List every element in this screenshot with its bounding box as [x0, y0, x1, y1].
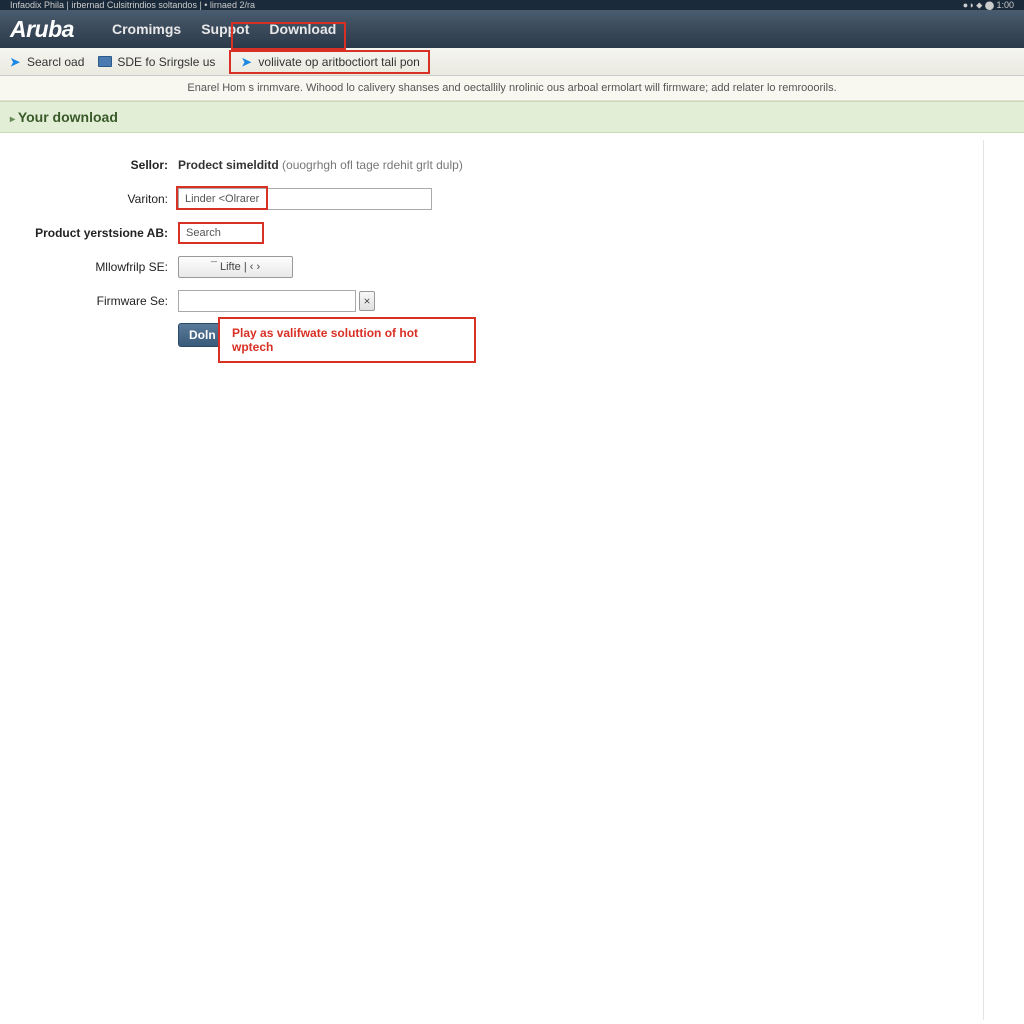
arrow-icon: ➤ [8, 56, 22, 68]
row-firmware: Firmware Se: ⨯ [10, 289, 1014, 313]
toolbar-search[interactable]: ➤ Searcl oad [8, 55, 84, 69]
version-input[interactable] [178, 188, 432, 210]
label-seller: Sellor: [10, 158, 178, 172]
callout-annotation: Play as valifwate soluttion of hot wptec… [218, 317, 476, 363]
right-divider [983, 140, 984, 1020]
label-mllowhlp: Mllowfrilp SE: [10, 260, 178, 274]
toolbar-validate[interactable]: ➤ voliivate op aritboctiort tali pon [229, 50, 429, 74]
mllowhlp-select[interactable]: ¯ Lifte | ‹ › [178, 256, 293, 278]
value-product-version [178, 222, 264, 244]
screen-icon [98, 56, 112, 68]
download-form: Sellor: Prodect simelditd (ouogrhgh ofl … [0, 133, 1024, 377]
section-title: Your download [18, 109, 118, 125]
top-strip-left: Infaodix Phila | irbernad Culsitrindios … [10, 0, 255, 10]
top-strip: Infaodix Phila | irbernad Culsitrindios … [0, 0, 1024, 10]
seller-hint: (ouogrhgh ofl tage rdehit grlt dulp) [282, 158, 463, 172]
firmware-clear-button[interactable]: ⨯ [359, 291, 375, 311]
main-header: Aruba Cromimgs Suppot Download [0, 10, 1024, 48]
row-submit: Doln Play as valifwate soluttion of hot … [10, 323, 1014, 347]
top-strip-right: ●◑ ⬥ ⬤ 1:00 [963, 0, 1014, 10]
row-version: Variton: [10, 187, 1014, 211]
nav-download[interactable]: Download [261, 15, 344, 43]
toolbar-validate-label: voliivate op aritboctiort tali pon [258, 55, 419, 69]
brand-logo: Aruba [10, 16, 74, 43]
value-version [178, 188, 432, 210]
toolbar-sde-label: SDE fo Srirgsle us [117, 55, 215, 69]
row-product-version: Product yerstsione AB: [10, 221, 1014, 245]
value-submit: Doln Play as valifwate soluttion of hot … [178, 323, 227, 347]
product-version-input[interactable] [178, 222, 264, 244]
toolbar: ➤ Searcl oad SDE fo Srirgsle us ➤ voliiv… [0, 48, 1024, 76]
nav-cromimgs[interactable]: Cromimgs [104, 15, 189, 43]
row-seller: Sellor: Prodect simelditd (ouogrhgh ofl … [10, 153, 1014, 177]
label-firmware: Firmware Se: [10, 294, 178, 308]
firmware-input[interactable] [178, 290, 356, 312]
toolbar-sde[interactable]: SDE fo Srirgsle us [98, 55, 215, 69]
seller-product-name: Prodect simelditd [178, 158, 279, 172]
value-firmware: ⨯ [178, 290, 375, 312]
section-header: Your download [0, 101, 1024, 133]
label-version: Variton: [10, 192, 178, 206]
arrow-icon: ➤ [239, 56, 253, 68]
label-product-version: Product yerstsione AB: [10, 226, 178, 240]
info-banner: Enarel Hom s irnmvare. Wihood lo caliver… [0, 76, 1024, 101]
value-mllowhlp: ¯ Lifte | ‹ › [178, 256, 293, 278]
nav-suppot[interactable]: Suppot [193, 15, 257, 43]
main-nav: Cromimgs Suppot Download [104, 15, 344, 43]
row-mllowhlp: Mllowfrilp SE: ¯ Lifte | ‹ › [10, 255, 1014, 279]
toolbar-search-label: Searcl oad [27, 55, 84, 69]
value-seller: Prodect simelditd (ouogrhgh ofl tage rde… [178, 158, 463, 172]
